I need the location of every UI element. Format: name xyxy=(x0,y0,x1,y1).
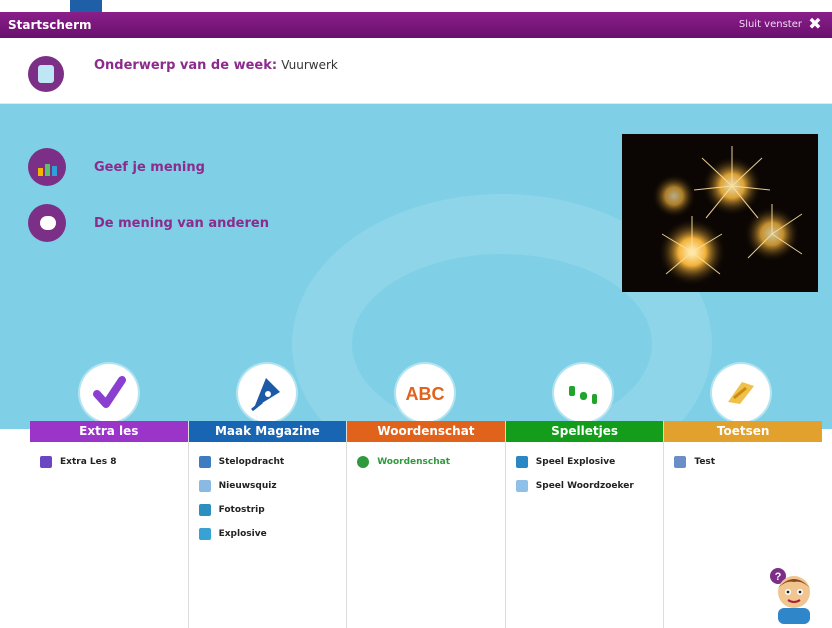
item-label: Fotostrip xyxy=(218,505,265,515)
item-label: Test xyxy=(694,457,716,467)
list-item-explosive[interactable]: Explosive xyxy=(198,522,347,546)
game-icon xyxy=(198,528,211,540)
svg-text:ABC: ABC xyxy=(406,384,445,404)
item-label: Nieuwsquiz xyxy=(218,481,277,491)
column-header[interactable]: Maak Magazine xyxy=(188,421,347,442)
list-item-nieuwsquiz[interactable]: Nieuwsquiz xyxy=(198,474,347,498)
main-stage: Geef je mening De mening van anderen ABC xyxy=(0,104,832,429)
pen-icon xyxy=(198,456,211,468)
list-item-woordenschat[interactable]: Woordenschat xyxy=(357,450,505,474)
pen-nib-icon[interactable] xyxy=(238,364,296,422)
start-window: Startscherm Sluit venster ✖ Onderwerp va… xyxy=(0,12,832,628)
game-icon xyxy=(515,456,528,468)
camera-icon xyxy=(198,504,211,516)
close-icon[interactable]: ✖ xyxy=(806,15,824,33)
checkmark-icon[interactable] xyxy=(80,364,138,422)
question-icon xyxy=(198,480,211,492)
document-icon xyxy=(28,56,64,92)
search-game-icon xyxy=(515,480,528,492)
svg-text:?: ? xyxy=(775,571,782,583)
bar-chart-icon xyxy=(28,148,66,186)
column-woordenschat: Woordenschat Woordenschat xyxy=(347,421,506,628)
list-item-extra-les-8[interactable]: Extra Les 8 xyxy=(40,450,188,474)
titlebar: Startscherm Sluit venster ✖ xyxy=(0,12,832,38)
dice-icon[interactable] xyxy=(554,364,612,422)
column-header[interactable]: Spelletjes xyxy=(505,421,664,442)
topic-bar: Onderwerp van de week: Vuurwerk xyxy=(0,38,832,104)
item-label: Explosive xyxy=(218,529,267,539)
column-toetsen: Toetsen Test ? xyxy=(664,421,822,628)
topic-label: Onderwerp van de week: xyxy=(94,58,278,73)
check-icon xyxy=(40,456,52,468)
item-label: Speel Explosive xyxy=(535,457,616,467)
item-label: Speel Woordzoeker xyxy=(535,481,634,491)
column-extra-les: Extra les Extra Les 8 xyxy=(30,421,189,628)
list-item-test[interactable]: Test xyxy=(674,450,822,474)
list-item-fotostrip[interactable]: Fotostrip xyxy=(198,498,347,522)
list-item-stelopdracht[interactable]: Stelopdracht xyxy=(198,450,347,474)
item-label: Extra Les 8 xyxy=(60,457,117,467)
window-title: Startscherm xyxy=(8,18,92,32)
list-item-speel-woordzoeker[interactable]: Speel Woordzoeker xyxy=(515,474,664,498)
category-columns: Extra les Extra Les 8 Maak Magazine Stel… xyxy=(30,421,822,628)
others-opinion-label: De mening van anderen xyxy=(94,215,269,231)
column-spelletjes: Spelletjes Speel Explosive Speel Woordzo… xyxy=(505,421,665,628)
column-maak-magazine: Maak Magazine Stelopdracht Nieuwsquiz Fo… xyxy=(188,421,348,628)
column-header[interactable]: Toetsen xyxy=(664,421,822,442)
item-label: Woordenschat xyxy=(377,457,451,467)
mascot-help-icon[interactable]: ? xyxy=(766,566,816,624)
fireworks-photo xyxy=(622,134,818,292)
give-opinion-option[interactable]: Geef je mening xyxy=(28,148,205,186)
column-header[interactable]: Extra les xyxy=(30,421,188,442)
item-label: Stelopdracht xyxy=(218,457,285,467)
test-icon[interactable] xyxy=(712,364,770,422)
topic-value: Vuurwerk xyxy=(281,58,338,72)
list-item-speel-explosive[interactable]: Speel Explosive xyxy=(515,450,664,474)
list-icon xyxy=(674,456,687,468)
abc-icon[interactable]: ABC xyxy=(396,364,454,422)
others-opinion-option[interactable]: De mening van anderen xyxy=(28,204,269,242)
word-icon xyxy=(357,456,370,468)
topic-line: Onderwerp van de week: Vuurwerk xyxy=(94,58,338,73)
column-header[interactable]: Woordenschat xyxy=(347,421,505,442)
speech-bubble-icon xyxy=(28,204,66,242)
give-opinion-label: Geef je mening xyxy=(94,159,205,175)
app-corner-tab xyxy=(70,0,102,12)
close-window-label[interactable]: Sluit venster xyxy=(739,19,802,30)
